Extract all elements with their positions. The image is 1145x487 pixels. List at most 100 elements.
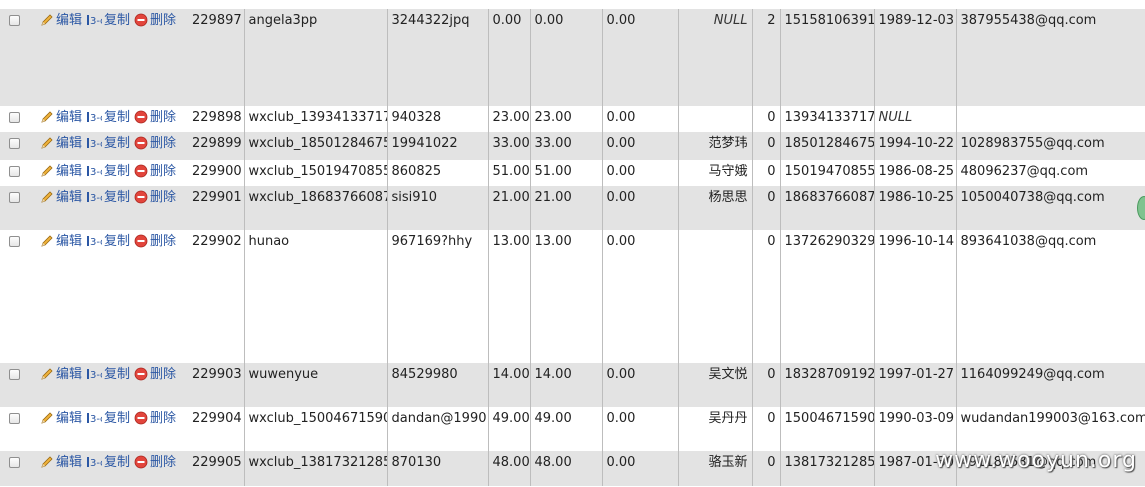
result-table: 编辑3-c复制删除229897angela3pp3244322jpq0.000.… <box>0 9 1145 486</box>
copy-icon: 3-c <box>86 110 105 125</box>
copy-link[interactable]: 3-c复制 <box>86 136 130 152</box>
edit-link[interactable]: 编辑 <box>40 164 82 180</box>
pencil-icon <box>40 13 56 28</box>
copy-link[interactable]: 3-c复制 <box>86 164 130 180</box>
copy-link[interactable]: 3-c复制 <box>86 455 130 471</box>
table-row: 编辑3-c复制删除229902hunao967169?hhy13.0013.00… <box>0 230 1145 363</box>
svg-text:3-c: 3-c <box>90 414 102 425</box>
svg-text:3-c: 3-c <box>90 237 102 248</box>
edit-link[interactable]: 编辑 <box>40 190 82 206</box>
edit-link[interactable]: 编辑 <box>40 110 82 126</box>
row-checkbox[interactable] <box>9 413 20 424</box>
delete-link[interactable]: 删除 <box>134 190 176 206</box>
delete-icon <box>134 110 150 125</box>
pencil-icon <box>40 110 56 125</box>
copy-icon: 3-c <box>86 164 105 179</box>
username-cell: wxclub_15019470855 <box>244 160 388 186</box>
table-row: 编辑3-c复制删除229899wxclub_185012846751994102… <box>0 132 1145 160</box>
phone-cell: 13726290329 <box>780 230 875 363</box>
row-id: 229900 <box>190 160 245 186</box>
delete-label: 删除 <box>150 110 177 125</box>
balance-cell: 0.00 <box>488 9 531 106</box>
copy-label: 复制 <box>104 411 131 426</box>
row-checkbox[interactable] <box>9 192 20 203</box>
row-id: 229904 <box>190 407 245 451</box>
watermark: www.wooyun.org <box>935 448 1137 473</box>
username-cell: wxclub_13934133717 <box>244 106 388 132</box>
balance-cell: 21.00 <box>488 186 531 230</box>
edit-label: 编辑 <box>56 411 83 426</box>
row-checkbox[interactable] <box>9 15 20 26</box>
phone-cell: 15004671590 <box>780 407 875 451</box>
balance-cell: 23.00 <box>488 106 531 132</box>
phone-cell: 18683766087 <box>780 186 875 230</box>
table-row: 编辑3-c复制删除229900wxclub_150194708558608255… <box>0 160 1145 186</box>
edit-link[interactable]: 编辑 <box>40 13 82 29</box>
delete-label: 删除 <box>150 136 177 151</box>
edit-label: 编辑 <box>56 136 83 151</box>
delete-icon <box>134 455 150 470</box>
delete-link[interactable]: 删除 <box>134 13 176 29</box>
delete-link[interactable]: 删除 <box>134 164 176 180</box>
row-actions: 编辑3-c复制删除 <box>0 363 190 407</box>
copy-icon: 3-c <box>86 367 105 382</box>
table-row: 编辑3-c复制删除229904wxclub_15004671590dandan@… <box>0 407 1145 451</box>
delete-label: 删除 <box>150 13 177 28</box>
realname-cell: NULL <box>678 9 753 106</box>
edit-label: 编辑 <box>56 13 83 28</box>
delete-label: 删除 <box>150 455 177 470</box>
delete-label: 删除 <box>150 234 177 249</box>
edit-link[interactable]: 编辑 <box>40 455 82 471</box>
delete-link[interactable]: 删除 <box>134 234 176 250</box>
flag-cell: 0 <box>752 230 781 363</box>
delete-icon <box>134 136 150 151</box>
username-cell: hunao <box>244 230 388 363</box>
row-id: 229897 <box>190 9 245 106</box>
row-checkbox[interactable] <box>9 166 20 177</box>
delete-label: 删除 <box>150 411 177 426</box>
password-cell: 84529980 <box>387 363 489 407</box>
copy-link[interactable]: 3-c复制 <box>86 234 130 250</box>
points-cell: 0.00 <box>602 160 679 186</box>
username-cell: wxclub_18501284675 <box>244 132 388 160</box>
delete-icon <box>134 411 150 426</box>
edit-link[interactable]: 编辑 <box>40 136 82 152</box>
row-checkbox[interactable] <box>9 236 20 247</box>
scroll-handle[interactable] <box>1137 196 1145 220</box>
realname-cell: 范梦玮 <box>678 132 753 160</box>
email-cell: wudandan199003@163.com <box>956 407 1145 451</box>
row-checkbox[interactable] <box>9 457 20 468</box>
realname-cell: 吴丹丹 <box>678 407 753 451</box>
copy-label: 复制 <box>104 367 131 382</box>
svg-text:3-c: 3-c <box>90 167 102 178</box>
row-checkbox[interactable] <box>9 138 20 149</box>
copy-link[interactable]: 3-c复制 <box>86 110 130 126</box>
copy-link[interactable]: 3-c复制 <box>86 411 130 427</box>
svg-text:3-c: 3-c <box>90 193 102 204</box>
edit-link[interactable]: 编辑 <box>40 367 82 383</box>
birthday-cell: 1996-10-14 <box>874 230 957 363</box>
email-cell: 1028983755@qq.com <box>956 132 1145 160</box>
amount-cell: 0.00 <box>530 9 603 106</box>
copy-link[interactable]: 3-c复制 <box>86 367 130 383</box>
delete-link[interactable]: 删除 <box>134 367 176 383</box>
delete-link[interactable]: 删除 <box>134 110 176 126</box>
amount-cell: 21.00 <box>530 186 603 230</box>
edit-link[interactable]: 编辑 <box>40 411 82 427</box>
row-checkbox[interactable] <box>9 369 20 380</box>
copy-link[interactable]: 3-c复制 <box>86 190 130 206</box>
delete-link[interactable]: 删除 <box>134 455 176 471</box>
points-cell: 0.00 <box>602 451 679 486</box>
edit-link[interactable]: 编辑 <box>40 234 82 250</box>
delete-link[interactable]: 删除 <box>134 411 176 427</box>
password-cell: 967169?hhy <box>387 230 489 363</box>
delete-link[interactable]: 删除 <box>134 136 176 152</box>
birthday-cell: NULL <box>874 106 957 132</box>
copy-link[interactable]: 3-c复制 <box>86 13 130 29</box>
copy-label: 复制 <box>104 110 131 125</box>
edit-label: 编辑 <box>56 234 83 249</box>
amount-cell: 48.00 <box>530 451 603 486</box>
row-checkbox[interactable] <box>9 112 20 123</box>
copy-label: 复制 <box>104 234 131 249</box>
email-cell <box>956 106 1145 132</box>
